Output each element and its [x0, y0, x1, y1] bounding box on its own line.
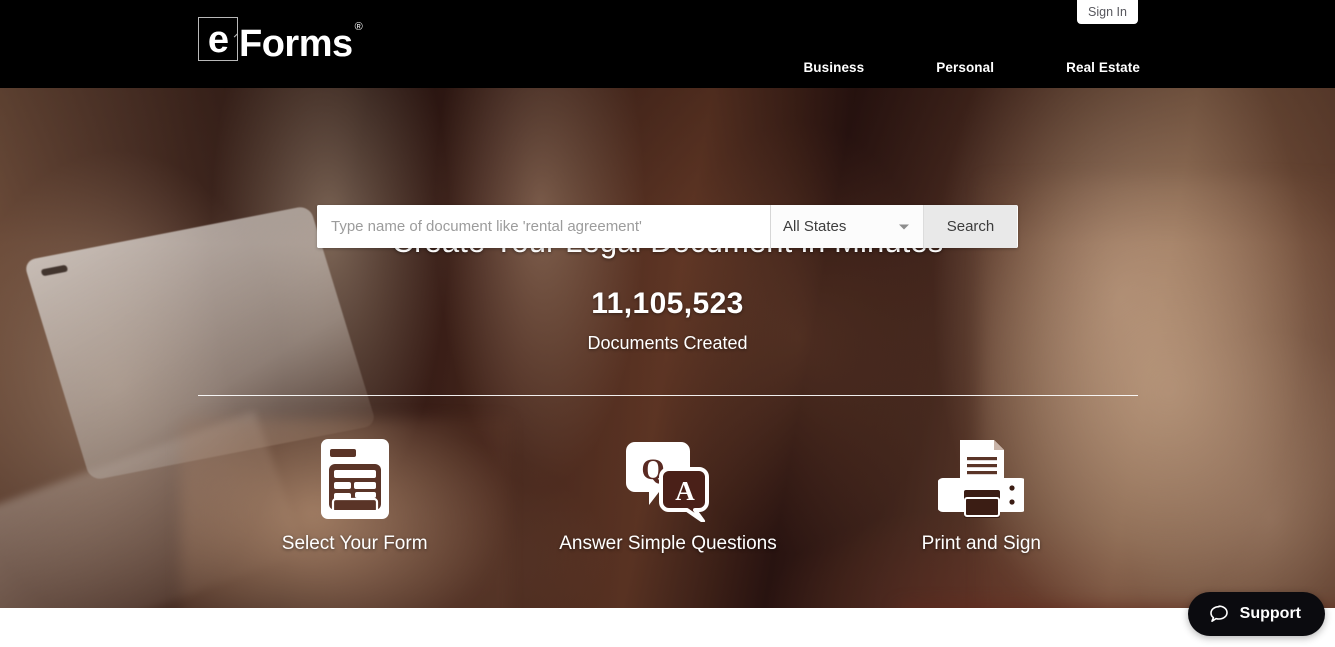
eforms-logo[interactable]: e Forms ® [198, 17, 363, 65]
search-input[interactable] [317, 205, 770, 248]
how-it-works-steps: Select Your Form Q A Answer Simple Quest… [198, 433, 1138, 573]
step-label: Select Your Form [281, 533, 428, 554]
hero-section: Create Your Legal Document in Minutes Al… [0, 88, 1335, 608]
step-label: Answer Simple Questions [559, 533, 777, 554]
sign-in-button[interactable]: Sign In [1077, 0, 1138, 24]
step-answer-simple-questions[interactable]: Q A Answer Simple Questions [511, 433, 824, 573]
document-page-icon: e [198, 17, 238, 61]
chevron-down-icon [899, 224, 909, 229]
svg-text:A: A [675, 476, 695, 506]
chat-bubble-icon [1209, 605, 1228, 622]
support-label: Support [1239, 605, 1301, 622]
document-search-bar: All States Search [317, 205, 1018, 248]
search-button[interactable]: Search [923, 205, 1017, 248]
step-print-and-sign[interactable]: Print and Sign [825, 433, 1138, 573]
logo-letter-e: e [207, 19, 229, 61]
question-answer-bubbles-icon: Q A [625, 433, 711, 525]
site-header: e Forms ® Sign In Business Personal Real… [0, 0, 1335, 88]
main-navigation: Business Personal Real Estate [803, 60, 1140, 75]
page-root: e Forms ® Sign In Business Personal Real… [0, 0, 1335, 647]
hero-divider [198, 395, 1138, 396]
documents-created-count: 11,105,523 [591, 287, 744, 320]
nav-item-real-estate[interactable]: Real Estate [1066, 60, 1140, 75]
documents-created-label: Documents Created [587, 333, 748, 353]
step-select-your-form[interactable]: Select Your Form [198, 433, 511, 573]
page-bottom-strip [0, 608, 1335, 647]
form-document-icon [319, 433, 391, 525]
state-select[interactable]: All States [771, 205, 923, 248]
step-label: Print and Sign [921, 533, 1041, 554]
logo-wordmark: Forms [239, 23, 353, 65]
hero-content: Create Your Legal Document in Minutes Al… [0, 88, 1335, 608]
nav-item-personal[interactable]: Personal [936, 60, 994, 75]
printer-icon [938, 433, 1025, 525]
registered-trademark-icon: ® [354, 21, 363, 33]
nav-item-business[interactable]: Business [803, 60, 864, 75]
state-select-value: All States [783, 218, 847, 235]
support-chat-button[interactable]: Support [1187, 592, 1325, 636]
